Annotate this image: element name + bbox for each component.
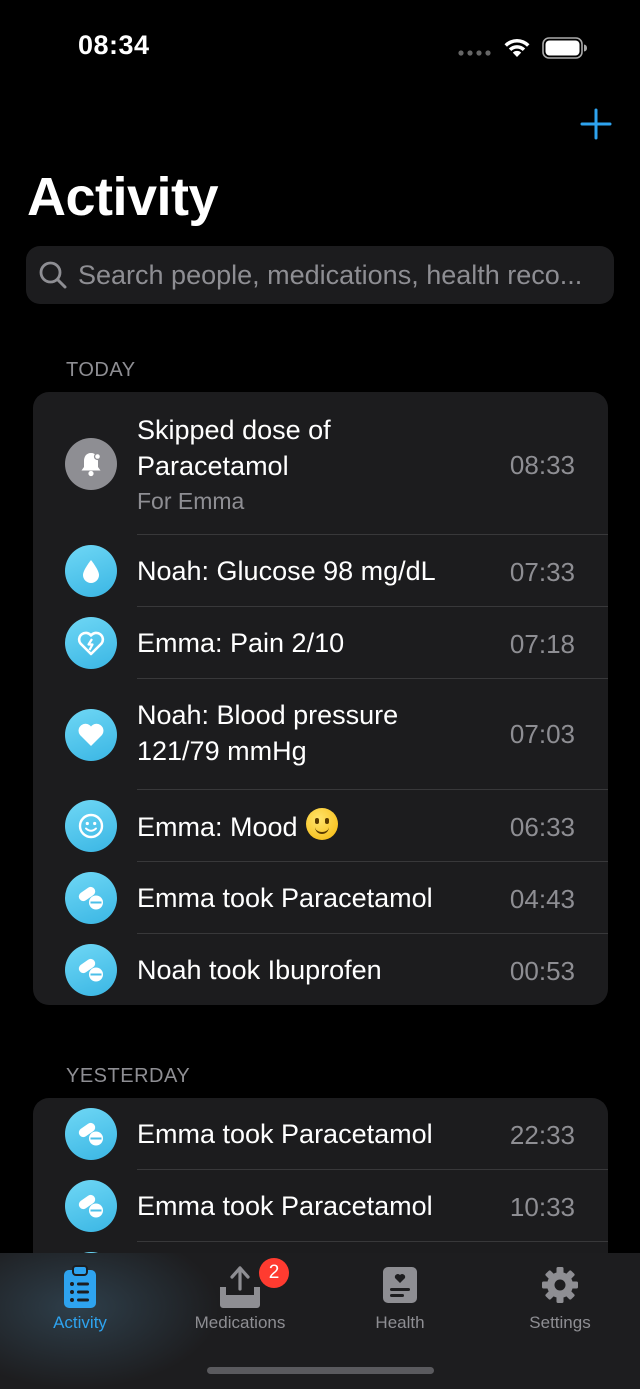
item-time: 04:43 <box>509 884 575 914</box>
item-title: Noah: Glucose 98 mg/dL <box>137 556 436 586</box>
item-title-line1: Noah: Blood pressure <box>137 700 399 730</box>
list-item[interactable]: Emma took Paracetamol 04:43 <box>33 862 608 934</box>
slightly-smiling-face-icon <box>305 808 338 840</box>
tab-settings[interactable]: Settings <box>480 1253 640 1343</box>
battery-icon <box>542 37 587 59</box>
today-activity-list: Skipped dose of Paracetamol For Emma 08:… <box>33 392 608 1005</box>
item-time: 07:03 <box>509 719 575 749</box>
status-bar: 08:34 <box>0 0 640 96</box>
home-indicator[interactable] <box>207 1367 434 1374</box>
pills-icon <box>65 944 117 996</box>
list-item[interactable]: Skipped dose of Paracetamol For Emma 08:… <box>33 392 608 535</box>
item-title-with-emoji: Emma: Mood <box>137 808 338 845</box>
tab-medications[interactable]: 2 Medications <box>160 1253 320 1343</box>
item-time: 06:33 <box>509 812 575 842</box>
gear-icon <box>542 1267 578 1303</box>
status-time: 08:34 <box>78 30 150 60</box>
item-time: 22:33 <box>509 1120 575 1150</box>
broken-heart-icon <box>65 617 117 669</box>
tab-health[interactable]: Health <box>320 1253 480 1343</box>
item-time: 00:53 <box>509 956 575 986</box>
list-item[interactable]: Emma took Paracetamol 10:33 <box>33 1170 608 1242</box>
list-item[interactable]: Emma took Paracetamol 22:33 <box>33 1098 608 1170</box>
item-time: 07:33 <box>509 557 575 587</box>
list-item[interactable]: Noah: Glucose 98 mg/dL 07:33 <box>33 535 608 607</box>
cellular-signal-icon <box>458 50 491 56</box>
plus-icon <box>580 108 612 140</box>
search-input[interactable] <box>78 246 606 304</box>
pills-icon <box>65 872 117 924</box>
clipboard-list-icon <box>64 1265 96 1308</box>
pills-icon <box>65 1180 117 1232</box>
item-time: 10:33 <box>509 1192 575 1222</box>
tab-label: Health <box>375 1313 425 1332</box>
list-item[interactable]: Noah took Ibuprofen 00:53 <box>33 934 608 1005</box>
item-time: 08:33 <box>509 450 575 480</box>
item-time: 07:18 <box>509 629 575 659</box>
item-title-line2: 121/79 mmHg <box>137 736 307 766</box>
tab-activity[interactable]: Activity <box>0 1253 160 1343</box>
section-header-today: TODAY <box>66 359 136 381</box>
section-header-yesterday: YESTERDAY <box>66 1065 191 1087</box>
tray-upload-icon <box>220 1266 260 1308</box>
item-subtitle: For Emma <box>137 488 245 514</box>
pills-icon <box>65 1108 117 1160</box>
list-item[interactable]: Noah: Blood pressure 121/79 mmHg 07:03 <box>33 679 608 790</box>
search-icon <box>39 261 67 289</box>
tab-label: Settings <box>529 1313 591 1332</box>
list-item[interactable]: Emma: Mood 06:33 <box>33 790 608 862</box>
item-title: Emma: Pain 2/10 <box>137 628 345 658</box>
drop-icon <box>65 545 117 597</box>
item-title: Emma took Paracetamol <box>137 883 433 913</box>
tab-bar: Activity 2 Medications Health Settings <box>0 1253 640 1389</box>
heart-icon <box>65 709 117 761</box>
smiley-icon <box>65 800 117 852</box>
item-title: Emma took Paracetamol <box>137 1119 433 1149</box>
item-title-line2: Paracetamol <box>137 451 289 481</box>
bell-icon <box>65 438 117 490</box>
search-bar[interactable] <box>26 246 614 304</box>
notification-badge: 2 <box>259 1258 289 1288</box>
item-title: Emma: Mood <box>137 812 298 842</box>
item-title-line1: Skipped dose of <box>137 415 331 445</box>
tab-label: Medications <box>194 1313 286 1332</box>
health-record-icon <box>383 1267 417 1303</box>
add-button[interactable] <box>578 106 614 142</box>
list-item[interactable]: Emma: Pain 2/10 07:18 <box>33 607 608 679</box>
wifi-icon <box>504 38 530 57</box>
item-title: Noah took Ibuprofen <box>137 955 382 985</box>
page-title: Activity <box>27 167 219 227</box>
tab-label: Activity <box>53 1313 107 1332</box>
item-title: Emma took Paracetamol <box>137 1191 433 1221</box>
